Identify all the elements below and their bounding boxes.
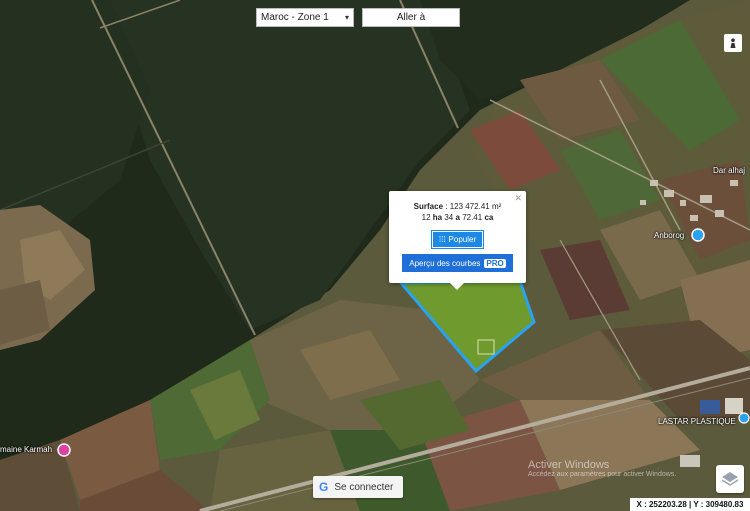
zone-select[interactable]: Maroc - Zone 1 ▾ (256, 8, 354, 27)
parcel-info-popup: ✕ Surface : 123 472.41 m² 12 ha 34 a 72.… (389, 191, 526, 290)
surface-line: Surface : 123 472.41 m² (389, 201, 526, 212)
google-connect-button[interactable]: G Se connecter (313, 476, 403, 498)
ha-unit: ha (432, 213, 443, 222)
pro-badge: PRO (484, 258, 506, 268)
locate-button[interactable] (724, 34, 742, 52)
a-value: 34 (444, 213, 454, 222)
populer-label: Populer (448, 235, 477, 244)
connect-label: Se connecter (334, 481, 394, 493)
a-unit: a (455, 213, 460, 222)
label-anboroq: Anborog (654, 231, 685, 240)
watermark-subtitle: Accédez aux paramètres pour activer Wind… (528, 471, 677, 478)
watermark-title: Activer Windows (528, 459, 610, 471)
surface-value: : 123 472.41 m² (445, 202, 502, 211)
surface-label: Surface (413, 202, 444, 211)
ca-value: 72.41 (462, 213, 483, 222)
person-icon (730, 38, 736, 48)
label-dar-alhaj: Dar alhaj (713, 166, 746, 175)
grid-dots-icon: ⁞⁞⁞ (438, 235, 446, 244)
label-domaine-karmah: maine Karmah (0, 445, 53, 454)
layers-icon (721, 472, 739, 486)
zone-select-value: Maroc - Zone 1 (261, 12, 329, 23)
populer-button[interactable]: ⁞⁞⁞ Populer (430, 230, 485, 249)
top-toolbar: Maroc - Zone 1 ▾ Aller à (256, 8, 460, 27)
windows-activation-watermark: Activer Windows Accédez aux paramètres p… (528, 459, 676, 478)
google-icon: G (319, 480, 329, 494)
goto-button[interactable]: Aller à (362, 8, 460, 27)
courbes-label: Aperçu des courbes (409, 258, 481, 268)
ha-value: 12 (421, 213, 431, 222)
ca-unit: ca (484, 213, 494, 222)
label-lastar-plastique: LASTAR PLASTIQUE (658, 417, 736, 426)
close-icon[interactable]: ✕ (514, 193, 522, 204)
coordinates-readout: X : 252203.28 | Y : 309480.83 (630, 498, 750, 511)
layers-button[interactable] (716, 465, 744, 493)
chevron-down-icon: ▾ (344, 13, 349, 22)
area-breakdown: 12 ha 34 a 72.41 ca (389, 212, 526, 223)
courbes-preview-button[interactable]: Aperçu des courbes PRO (402, 254, 513, 272)
satellite-map[interactable] (0, 0, 750, 511)
